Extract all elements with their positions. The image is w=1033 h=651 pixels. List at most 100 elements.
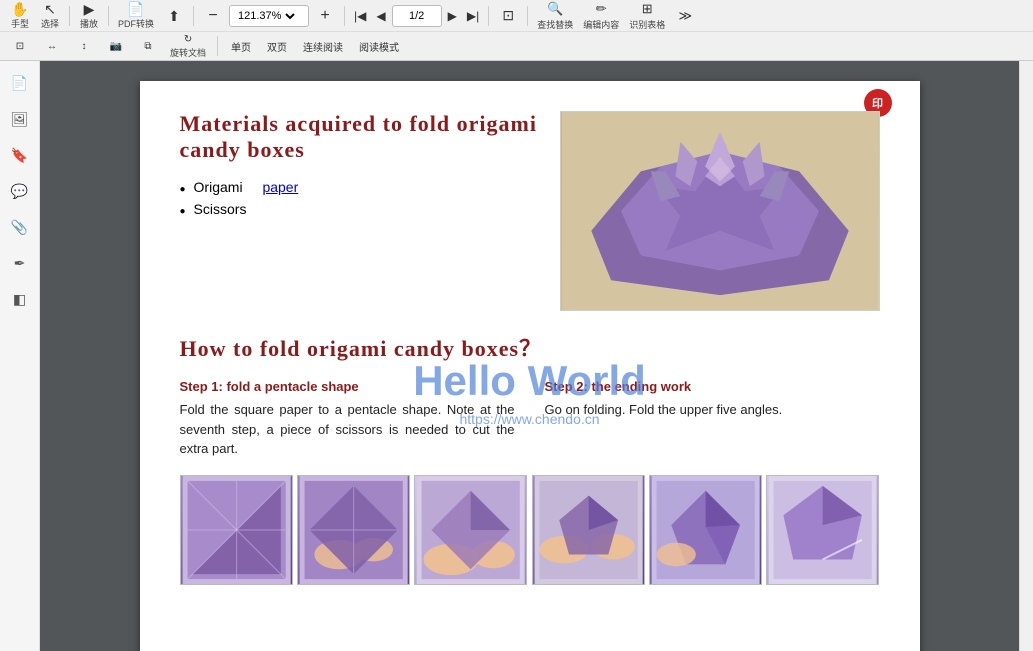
separator6 xyxy=(527,6,528,26)
origami-image xyxy=(560,111,880,311)
step-thumb6 xyxy=(766,475,879,585)
step1-body: Fold the square paper to a pentacle shap… xyxy=(180,400,515,459)
play-icon: ▶ xyxy=(84,2,95,16)
rotate-icon: ↻ xyxy=(184,34,192,45)
hand-tool-button[interactable]: ✋ 手型 xyxy=(6,0,34,32)
sidebar-layers-icon[interactable]: ◧ xyxy=(6,285,34,313)
play-label: 播放 xyxy=(80,17,98,30)
play-button[interactable]: ▶ 播放 xyxy=(75,0,103,32)
more-icon: ≫ xyxy=(678,8,692,24)
step-images-row xyxy=(180,475,880,585)
thumb6-svg xyxy=(767,476,878,584)
step2-body: Go on folding. Fold the upper five angle… xyxy=(545,400,880,420)
hand-label: 手型 xyxy=(11,17,29,30)
origami-svg xyxy=(561,112,879,310)
identify-form-label: 识别表格 xyxy=(629,18,665,31)
fit-page-btn2[interactable]: ↔ xyxy=(38,39,66,54)
export-icon: ⬆ xyxy=(168,9,180,23)
last-page-button[interactable]: ▶| xyxy=(463,7,483,25)
select-tool-button[interactable]: ↖ 选择 xyxy=(36,0,64,32)
left-sidebar: 📄 🖼 🔖 💬 📎 ✒ ◧ xyxy=(0,61,40,651)
thumb3-svg xyxy=(415,476,526,584)
thumb5-svg xyxy=(650,476,761,584)
export-button[interactable]: ⬆ xyxy=(160,7,188,25)
pdf-icon: 📄 xyxy=(127,2,144,16)
thumb4-svg xyxy=(533,476,644,584)
materials-list: Origami paper Scissors xyxy=(180,179,540,217)
table-icon: ⊞ xyxy=(642,1,653,17)
pdf-convert-button[interactable]: 📄 PDF转换 xyxy=(114,0,158,32)
rotate-button[interactable]: ↻ 旋转文档 xyxy=(166,32,210,61)
fit-width-button[interactable]: ↕ xyxy=(70,39,98,54)
toolbar-row2: ⊡ ↔ ↕ 📷 ⧉ ↻ 旋转文档 单页 双页 连续阅读 阅读模式 xyxy=(0,32,1033,60)
materials-right-col xyxy=(560,111,880,311)
thumb2-svg xyxy=(298,476,409,584)
content-area[interactable]: Hello World https://www.chendo.cn 印 Mate… xyxy=(40,61,1019,651)
cursor-icon: ↖ xyxy=(44,2,56,16)
step2-heading: Step 2: the ending work xyxy=(545,379,880,394)
toolbar: ✋ 手型 ↖ 选择 ▶ 播放 📄 PDF转换 ⬆ − 121.37 xyxy=(0,0,1033,61)
zoom-selector[interactable]: 121.37% 50% 75% 100% 150% 200% xyxy=(229,5,309,27)
find-replace-button[interactable]: 🔍 查找替换 xyxy=(533,0,577,33)
toolbar-row1: ✋ 手型 ↖ 选择 ▶ 播放 📄 PDF转换 ⬆ − 121.37 xyxy=(0,0,1033,32)
steps-row: Step 1: fold a pentacle shape Fold the s… xyxy=(180,379,880,459)
prev-page-button[interactable]: ◀ xyxy=(372,7,389,25)
fit-page-icon: ⊡ xyxy=(502,7,514,24)
fit-window-button[interactable]: ⊡ xyxy=(6,39,34,54)
main-area: 📄 🖼 🔖 💬 📎 ✒ ◧ Hello World https://www.ch… xyxy=(0,61,1033,651)
read-mode-btn[interactable]: 阅读模式 xyxy=(353,37,405,56)
zoom-out-button[interactable]: − xyxy=(199,5,227,27)
continuous-read-btn[interactable]: 连续阅读 xyxy=(297,37,349,56)
find-replace-label: 查找替换 xyxy=(537,18,573,31)
sidebar-comment-icon[interactable]: 💬 xyxy=(6,177,34,205)
sidebar-clip-icon[interactable]: 📎 xyxy=(6,213,34,241)
edit-content-label: 编辑内容 xyxy=(583,18,619,31)
fit-win-icon: ⊡ xyxy=(16,41,24,52)
edit-icon: ✏ xyxy=(596,1,607,17)
paper-link[interactable]: paper xyxy=(262,179,298,195)
snapshot-button[interactable]: 📷 xyxy=(102,39,130,54)
hand-select-group: ✋ 手型 ↖ 选择 xyxy=(6,0,64,32)
separator1 xyxy=(69,6,70,26)
separator4 xyxy=(344,6,345,26)
step-thumb1 xyxy=(180,475,293,585)
double-page-btn[interactable]: 双页 xyxy=(261,37,293,56)
step-thumb5 xyxy=(649,475,762,585)
step-thumb3 xyxy=(414,475,527,585)
fit-page-button[interactable]: ⊡ xyxy=(494,5,522,26)
fit-page-icon2: ↔ xyxy=(47,41,57,52)
sidebar-page-icon[interactable]: 📄 xyxy=(6,69,34,97)
step1-heading: Step 1: fold a pentacle shape xyxy=(180,379,515,394)
how-to-section: How to fold origami candy boxes？ Step 1:… xyxy=(180,331,880,585)
first-page-button[interactable]: |◀ xyxy=(350,7,370,25)
single-page-btn[interactable]: 单页 xyxy=(225,37,257,56)
zoom-in-button[interactable]: + xyxy=(311,5,339,27)
materials-item2: Scissors xyxy=(180,201,540,217)
page-navigation: |◀ ◀ ▶ ▶| xyxy=(350,5,483,27)
zoom-in-icon: + xyxy=(320,7,329,25)
sidebar-bookmark-icon[interactable]: 🔖 xyxy=(6,141,34,169)
scissors-text: Scissors xyxy=(194,201,247,217)
copy-button[interactable]: ⧉ xyxy=(134,39,162,54)
step-thumb2 xyxy=(297,475,410,585)
copy-icon: ⧉ xyxy=(144,41,151,52)
materials-title: Materials acquired to fold origami candy… xyxy=(180,111,540,163)
page-number-input[interactable] xyxy=(392,5,442,27)
row2-sep1 xyxy=(217,36,218,56)
sidebar-pen-icon[interactable]: ✒ xyxy=(6,249,34,277)
separator2 xyxy=(108,6,109,26)
select-label: 选择 xyxy=(41,17,59,30)
identify-form-button[interactable]: ⊞ 识别表格 xyxy=(625,0,669,33)
more-tools-button[interactable]: ≫ xyxy=(671,6,699,26)
fit-width-icon: ↕ xyxy=(82,41,87,52)
edit-content-button[interactable]: ✏ 编辑内容 xyxy=(579,0,623,33)
sidebar-thumbnail-icon[interactable]: 🖼 xyxy=(6,105,34,133)
materials-section: Materials acquired to fold origami candy… xyxy=(180,111,880,311)
next-page-button[interactable]: ▶ xyxy=(444,7,461,25)
zoom-select[interactable]: 121.37% 50% 75% 100% 150% 200% xyxy=(234,9,298,23)
pdf-page: Hello World https://www.chendo.cn 印 Mate… xyxy=(140,81,920,651)
step-thumb4 xyxy=(532,475,645,585)
origami-text: Origami xyxy=(194,179,243,195)
search-icon: 🔍 xyxy=(547,1,563,17)
right-scrollbar-area xyxy=(1019,61,1033,651)
